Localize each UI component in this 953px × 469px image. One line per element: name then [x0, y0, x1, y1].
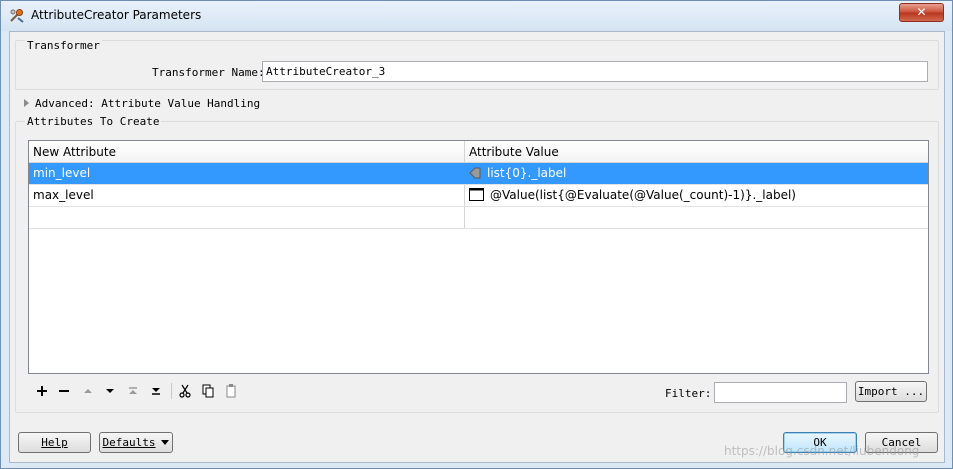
filter-label: Filter:: [665, 387, 712, 400]
attribute-value-cell[interactable]: list{0}._label: [469, 163, 566, 184]
cancel-button[interactable]: Cancel: [865, 432, 938, 453]
table-row[interactable]: max_level @Value(list{@Evaluate(@Value(_…: [29, 185, 928, 207]
attribute-name-cell[interactable]: min_level: [33, 163, 90, 184]
dialog-body: Transformer Transformer Name: AttributeC…: [9, 31, 945, 463]
transformer-name-input[interactable]: AttributeCreator_3: [262, 61, 928, 82]
attributes-group-label: Attributes To Create: [25, 115, 162, 128]
advanced-expander[interactable]: Advanced: Attribute Value Handling: [24, 97, 260, 110]
expression-icon: [469, 188, 484, 201]
chevron-down-icon: [161, 440, 170, 445]
advanced-label: Advanced: Attribute Value Handling: [35, 97, 261, 110]
transformer-group-label: Transformer: [25, 39, 102, 52]
column-header-attribute-value[interactable]: Attribute Value: [465, 141, 559, 163]
close-button[interactable]: ✕: [899, 3, 944, 22]
toolbar-separator: [171, 383, 172, 399]
column-header-new-attribute[interactable]: New Attribute: [29, 141, 116, 163]
copy-icon[interactable]: [198, 381, 218, 401]
table-row[interactable]: min_level list{0}._label: [29, 163, 928, 185]
paste-icon[interactable]: [221, 381, 241, 401]
attribute-icon: [469, 167, 481, 179]
window-title: AttributeCreator Parameters: [31, 8, 202, 22]
transformer-name-label: Transformer Name:: [152, 66, 265, 79]
attribute-name-cell[interactable]: max_level: [33, 185, 94, 206]
move-down-icon[interactable]: [100, 381, 120, 401]
ok-button[interactable]: OK: [783, 432, 857, 453]
cut-icon[interactable]: [175, 381, 195, 401]
attributes-table: New Attribute Attribute Value min_level …: [28, 140, 929, 374]
app-icon: [10, 9, 24, 23]
defaults-button[interactable]: Defaults: [99, 432, 173, 453]
move-to-bottom-icon[interactable]: [146, 381, 166, 401]
move-up-icon[interactable]: [78, 381, 98, 401]
dialog-window: AttributeCreator Parameters ✕ Transforme…: [0, 0, 953, 469]
defaults-button-label: Defaults: [102, 436, 156, 449]
table-header: New Attribute Attribute Value: [29, 141, 928, 163]
move-to-top-icon[interactable]: [123, 381, 143, 401]
attribute-value-cell[interactable]: @Value(list{@Evaluate(@Value(_count)-1)}…: [469, 185, 796, 206]
attribute-value-text: list{0}._label: [487, 166, 567, 180]
filter-input[interactable]: [714, 382, 847, 403]
title-bar[interactable]: AttributeCreator Parameters ✕: [1, 1, 952, 31]
help-button[interactable]: Help: [18, 432, 91, 453]
expand-arrow-icon[interactable]: [24, 99, 29, 107]
attribute-value-text: @Value(list{@Evaluate(@Value(_count)-1)}…: [490, 188, 796, 202]
add-icon[interactable]: [32, 381, 52, 401]
help-button-label: Help: [41, 436, 68, 449]
import-button[interactable]: Import ...: [855, 381, 927, 402]
table-row[interactable]: [29, 207, 928, 229]
remove-icon[interactable]: [54, 381, 74, 401]
